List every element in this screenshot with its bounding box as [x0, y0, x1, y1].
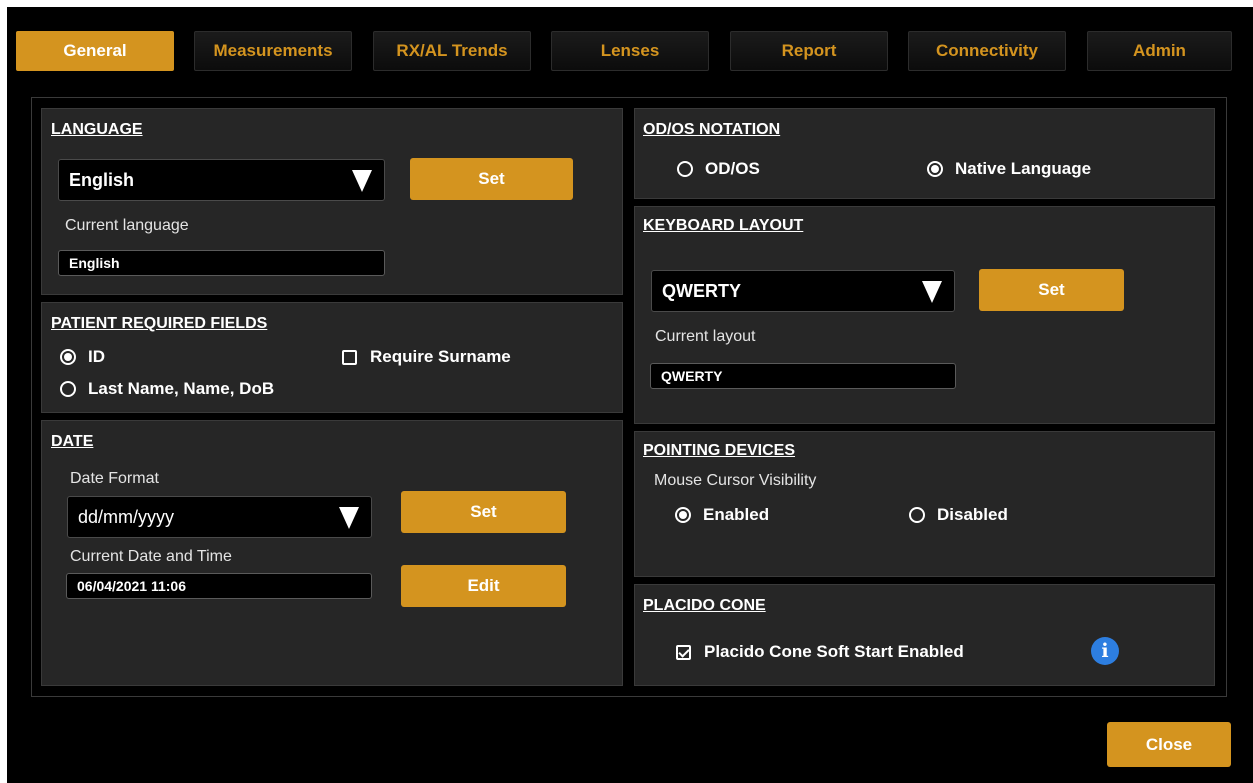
- current-layout-field: QWERTY: [650, 363, 956, 389]
- placido-panel: PLACIDO CONE Placido Cone Soft Start Ena…: [634, 584, 1215, 686]
- keyboard-layout-selected: QWERTY: [662, 280, 741, 301]
- language-selected: English: [69, 169, 135, 190]
- notation-title: OD/OS NOTATION: [643, 121, 781, 138]
- keyboard-layout-dropdown[interactable]: QWERTY: [651, 270, 955, 312]
- radio-unselected-icon: [60, 381, 76, 397]
- placido-soft-start-label: Placido Cone Soft Start Enabled: [704, 642, 964, 661]
- radio-last-name-label: Last Name, Name, DoB: [88, 379, 275, 398]
- radio-cursor-disabled-label: Disabled: [937, 505, 1008, 524]
- radio-odos[interactable]: OD/OS: [677, 159, 760, 179]
- tab-lenses[interactable]: Lenses: [551, 31, 709, 71]
- date-format-dropdown[interactable]: dd/mm/yyyy: [67, 496, 372, 538]
- radio-cursor-enabled-label: Enabled: [703, 505, 770, 524]
- dropdown-arrow-icon: [922, 281, 942, 303]
- current-date-field: 06/04/2021 11:06: [66, 573, 372, 599]
- radio-unselected-icon: [909, 507, 925, 523]
- radio-cursor-enabled[interactable]: Enabled: [675, 505, 769, 525]
- date-set-button[interactable]: Set: [401, 491, 566, 533]
- date-format-selected: dd/mm/yyyy: [78, 506, 175, 527]
- keyboard-title: KEYBOARD LAYOUT: [643, 217, 804, 234]
- radio-cursor-disabled[interactable]: Disabled: [909, 505, 1008, 525]
- keyboard-panel: KEYBOARD LAYOUT QWERTY Set Current layou…: [634, 206, 1215, 424]
- checkbox-icon: [342, 349, 357, 365]
- placido-title: PLACIDO CONE: [643, 597, 766, 614]
- radio-id[interactable]: ID: [60, 347, 105, 367]
- language-title: LANGUAGE: [51, 121, 143, 138]
- pointing-title: POINTING DEVICES: [643, 442, 796, 459]
- current-language-label: Current language: [65, 217, 189, 234]
- radio-native-language[interactable]: Native Language: [927, 159, 1091, 179]
- language-set-button[interactable]: Set: [410, 158, 573, 200]
- radio-odos-label: OD/OS: [705, 159, 760, 178]
- language-panel: LANGUAGE English Set Current language En…: [41, 108, 623, 295]
- radio-unselected-icon: [677, 161, 693, 177]
- dropdown-arrow-icon: [339, 507, 359, 529]
- require-surname-checkbox[interactable]: Require Surname: [342, 347, 511, 367]
- dropdown-arrow-icon: [352, 170, 372, 192]
- patient-fields-panel: PATIENT REQUIRED FIELDS ID Last Name, Na…: [41, 302, 623, 413]
- keyboard-set-button[interactable]: Set: [979, 269, 1124, 311]
- radio-id-label: ID: [88, 347, 105, 366]
- patient-fields-title: PATIENT REQUIRED FIELDS: [51, 315, 268, 332]
- tab-admin[interactable]: Admin: [1087, 31, 1232, 71]
- current-layout-label: Current layout: [655, 328, 756, 345]
- current-date-label: Current Date and Time: [70, 548, 232, 565]
- tab-rx-al-trends[interactable]: RX/AL Trends: [373, 31, 531, 71]
- radio-last-name[interactable]: Last Name, Name, DoB: [60, 379, 274, 399]
- checkbox-checked-icon: [676, 644, 691, 660]
- notation-panel: OD/OS NOTATION OD/OS Native Language: [634, 108, 1215, 199]
- tab-measurements[interactable]: Measurements: [194, 31, 352, 71]
- placido-soft-start-checkbox[interactable]: Placido Cone Soft Start Enabled: [676, 642, 964, 662]
- tab-report[interactable]: Report: [730, 31, 888, 71]
- tab-general[interactable]: General: [16, 31, 174, 71]
- radio-selected-icon: [60, 349, 76, 365]
- current-language-field: English: [58, 250, 385, 276]
- language-dropdown[interactable]: English: [58, 159, 385, 201]
- cursor-visibility-label: Mouse Cursor Visibility: [654, 472, 817, 489]
- tab-connectivity[interactable]: Connectivity: [908, 31, 1066, 71]
- info-icon[interactable]: i: [1091, 637, 1119, 665]
- close-button[interactable]: Close: [1107, 722, 1231, 767]
- date-format-label: Date Format: [70, 470, 159, 487]
- radio-native-language-label: Native Language: [955, 159, 1092, 178]
- date-panel: DATE Date Format dd/mm/yyyy Set Current …: [41, 420, 623, 686]
- pointing-panel: POINTING DEVICES Mouse Cursor Visibility…: [634, 431, 1215, 577]
- radio-selected-icon: [927, 161, 943, 177]
- radio-selected-icon: [675, 507, 691, 523]
- require-surname-label: Require Surname: [370, 347, 511, 366]
- date-edit-button[interactable]: Edit: [401, 565, 566, 607]
- date-title: DATE: [51, 433, 94, 450]
